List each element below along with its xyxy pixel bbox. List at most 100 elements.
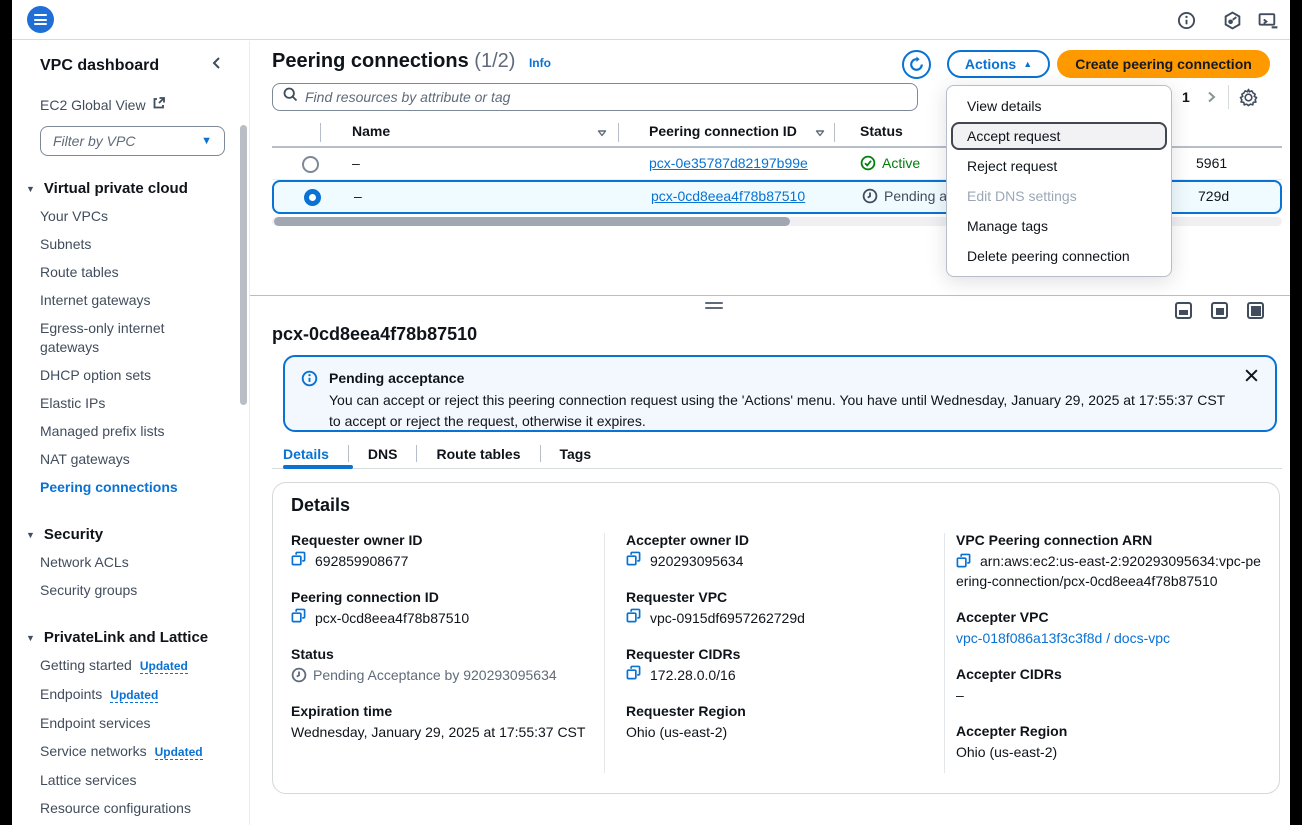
- main-content: Peering connections (1/2) Info Actions ▲…: [250, 41, 1290, 825]
- search-input[interactable]: [305, 89, 907, 105]
- menu-item-reject-request[interactable]: Reject request: [947, 151, 1171, 181]
- column-header-name[interactable]: Name: [352, 123, 390, 139]
- field-status: Status Pending Acceptance by 92029309563…: [291, 644, 591, 685]
- sidebar-item-your-vpcs[interactable]: Your VPCs: [40, 203, 225, 231]
- section-virtual-private-cloud[interactable]: ▼ Virtual private cloud: [26, 180, 225, 197]
- sidebar-item-getting-started[interactable]: Getting startedUpdated: [40, 652, 225, 681]
- row-radio[interactable]: [302, 156, 319, 173]
- field-value: 172.28.0.0/16: [650, 665, 736, 685]
- filter-by-vpc-select[interactable]: Filter by VPC ▼: [40, 126, 225, 156]
- actions-button[interactable]: Actions ▲: [947, 50, 1050, 78]
- clock-icon: [291, 667, 307, 683]
- copy-icon[interactable]: [626, 608, 641, 623]
- filter-by-vpc-placeholder: Filter by VPC: [53, 133, 135, 149]
- sidebar-scrollbar[interactable]: [240, 125, 247, 405]
- clock-icon: [862, 188, 878, 204]
- split-panel-divider: [250, 295, 1290, 296]
- menu-item-accept-request[interactable]: Accept request: [951, 122, 1167, 150]
- accepter-vpc-link[interactable]: vpc-018f086a13f3c3f8d / docs-vpc: [956, 628, 1170, 648]
- sidebar-item-egress-only-internet-gateways[interactable]: Egress-only internet gateways: [40, 315, 200, 362]
- sidebar-nav: VPC dashboard EC2 Global View Filter by …: [12, 41, 250, 825]
- menu-item-view-details[interactable]: View details: [947, 91, 1171, 121]
- field-value: arn:aws:ec2:us-east-2:920293095634:vpc-p…: [956, 553, 1261, 589]
- copy-icon[interactable]: [956, 553, 971, 568]
- sidebar-item-endpoint-services[interactable]: Endpoint services: [40, 710, 225, 738]
- tab-route-tables[interactable]: Route tables: [417, 446, 539, 462]
- field-value: Ohio (us-east-2): [956, 742, 1057, 762]
- horizontal-scrollbar-thumb[interactable]: [274, 217, 790, 226]
- section-privatelink-and-lattice[interactable]: ▼ PrivateLink and Lattice: [26, 629, 225, 646]
- field-accepter-owner-id: Accepter owner ID 920293095634: [626, 530, 911, 571]
- sidebar-item-subnets[interactable]: Subnets: [40, 231, 225, 259]
- sidebar-item-service-networks[interactable]: Service networksUpdated: [40, 738, 225, 767]
- tab-dns[interactable]: DNS: [349, 446, 417, 462]
- copy-icon[interactable]: [291, 551, 306, 566]
- menu-item-edit-dns-settings: Edit DNS settings: [947, 181, 1171, 211]
- sidebar-item-peering-connections[interactable]: Peering connections: [40, 474, 225, 502]
- caret-up-icon: ▲: [1023, 59, 1032, 69]
- refresh-button[interactable]: [902, 50, 931, 79]
- hamburger-menu-icon[interactable]: [27, 6, 54, 33]
- peering-connection-id-link[interactable]: pcx-0e35787d82197b99e: [649, 155, 808, 171]
- split-panel-drag-handle[interactable]: [705, 302, 723, 312]
- sort-icon[interactable]: [596, 126, 608, 142]
- field-value: 692859908677: [315, 551, 408, 571]
- sidebar-item-ec2-global-view[interactable]: EC2 Global View: [40, 96, 225, 113]
- column-header-status[interactable]: Status: [860, 123, 903, 139]
- column-header-peering-connection-id[interactable]: Peering connection ID: [649, 123, 797, 139]
- section-caret-icon: ▼: [26, 530, 35, 540]
- copy-icon[interactable]: [291, 608, 306, 623]
- tab-details[interactable]: Details: [283, 446, 348, 462]
- sidebar-item-resource-configurations[interactable]: Resource configurations New: [40, 795, 225, 825]
- sidebar-collapse-icon[interactable]: [209, 55, 225, 76]
- page-number[interactable]: 1: [1178, 89, 1194, 105]
- sidebar-item-dhcp-option-sets[interactable]: DHCP option sets: [40, 362, 225, 390]
- check-circle-icon: [860, 155, 876, 171]
- panel-size-medium-icon[interactable]: [1211, 302, 1228, 319]
- sidebar-item-lattice-services[interactable]: Lattice services: [40, 767, 225, 795]
- sidebar-item-nat-gateways[interactable]: NAT gateways: [40, 446, 225, 474]
- next-page-icon[interactable]: [1204, 90, 1218, 104]
- field-value: Pending Acceptance by 920293095634: [313, 665, 557, 685]
- field-requester-region: Requester Region Ohio (us-east-2): [626, 701, 911, 742]
- info-icon[interactable]: [1175, 9, 1197, 31]
- preferences-gear-icon[interactable]: [1239, 88, 1258, 107]
- sidebar-item-endpoints[interactable]: EndpointsUpdated: [40, 681, 225, 710]
- copy-icon[interactable]: [626, 551, 641, 566]
- pagination: 1: [1178, 85, 1258, 109]
- pagination-divider: [1228, 85, 1229, 109]
- updated-badge: Updated: [155, 745, 203, 760]
- field-value: 920293095634: [650, 551, 743, 571]
- panel-size-small-icon[interactable]: [1175, 302, 1192, 319]
- assistant-hexagon-icon[interactable]: [1221, 9, 1243, 31]
- field-value: Wednesday, January 29, 2025 at 17:55:37 …: [291, 722, 585, 742]
- ec2-global-view-label: EC2 Global View: [40, 97, 146, 113]
- menu-item-delete-peering-connection[interactable]: Delete peering connection: [947, 241, 1171, 271]
- page-title: Peering connections (1/2) Info: [272, 50, 551, 73]
- sidebar-item-elastic-ips[interactable]: Elastic IPs: [40, 390, 225, 418]
- menu-item-manage-tags[interactable]: Manage tags: [947, 211, 1171, 241]
- field-requester-vpc: Requester VPC vpc-0915df6957262729d: [626, 587, 911, 628]
- sidebar-item-managed-prefix-lists[interactable]: Managed prefix lists: [40, 418, 225, 446]
- close-icon[interactable]: [1244, 368, 1259, 388]
- sort-icon[interactable]: [814, 126, 826, 142]
- field-peering-connection-id: Peering connection ID pcx-0cd8eea4f78b87…: [291, 587, 591, 628]
- sidebar-item-network-acls[interactable]: Network ACLs: [40, 549, 225, 577]
- sidebar-item-security-groups[interactable]: Security groups: [40, 577, 225, 605]
- tab-tags[interactable]: Tags: [541, 446, 611, 462]
- panel-size-full-icon[interactable]: [1247, 302, 1264, 319]
- cloudshell-icon[interactable]: [1257, 9, 1279, 31]
- field-value: vpc-0915df6957262729d: [650, 608, 805, 628]
- sidebar-item-route-tables[interactable]: Route tables: [40, 259, 225, 287]
- sidebar-item-internet-gateways[interactable]: Internet gateways: [40, 287, 225, 315]
- field-value: –: [956, 685, 964, 705]
- copy-icon[interactable]: [626, 665, 641, 680]
- peering-connection-id-link[interactable]: pcx-0cd8eea4f78b87510: [651, 188, 805, 204]
- create-peering-connection-button[interactable]: Create peering connection: [1057, 50, 1270, 78]
- info-circle-icon: [301, 370, 318, 392]
- section-security[interactable]: ▼ Security: [26, 526, 225, 543]
- sidebar-title: VPC dashboard: [40, 57, 159, 75]
- cell-requester-vpc-truncated: 5961: [1196, 155, 1227, 171]
- info-link[interactable]: Info: [529, 56, 551, 70]
- row-radio-selected[interactable]: [304, 189, 321, 206]
